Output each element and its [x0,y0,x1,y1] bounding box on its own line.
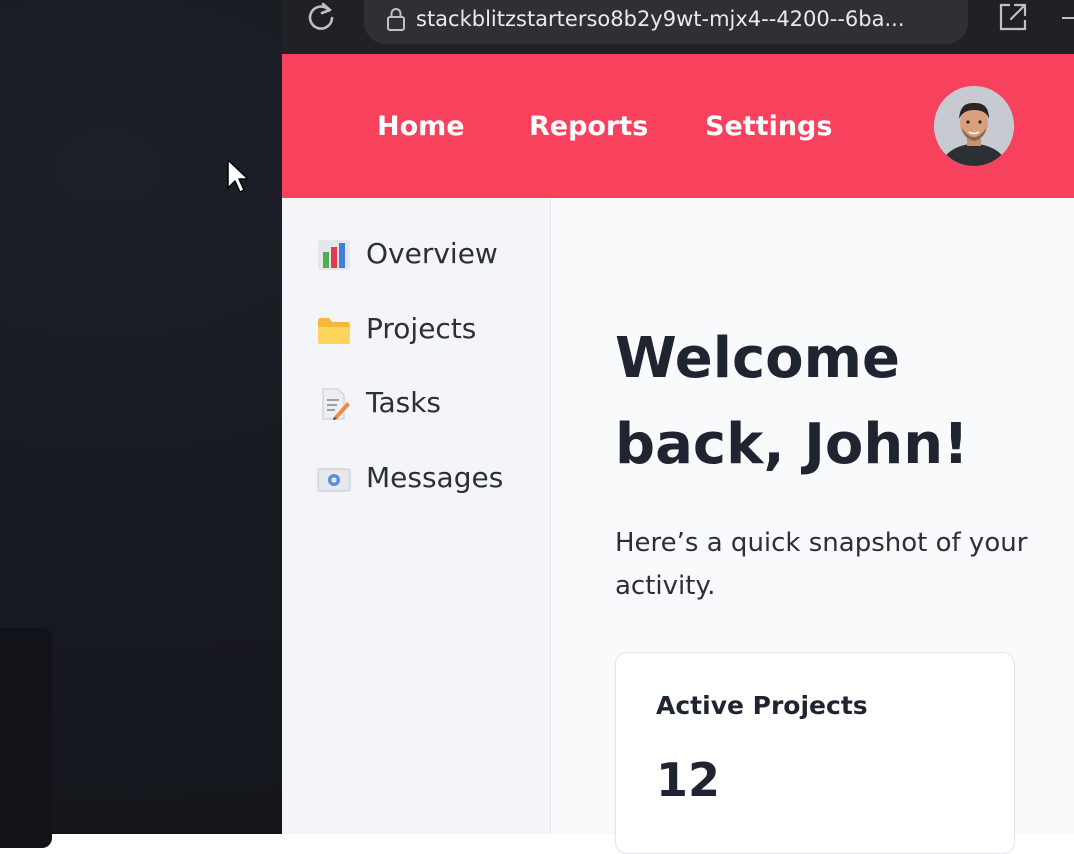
address-bar[interactable]: stackblitzstarterso8b2y9wt-mjx4--4200--6… [364,0,968,44]
user-avatar[interactable] [934,86,1014,166]
nav-reports-link[interactable]: Reports [529,109,648,145]
page-title: Welcome back, John! [615,326,969,477]
main-content: Welcome back, John! Here’s a quick snaps… [551,198,1074,854]
sidebar-item-tasks[interactable]: Tasks [316,383,546,423]
url-text[interactable]: stackblitzstarterso8b2y9wt-mjx4--4200--6… [416,5,964,33]
sidebar-item-label: Overview [366,237,498,270]
sidebar-item-overview[interactable]: Overview [316,234,546,274]
stat-card-active-projects: Active Projects 12 [615,652,1015,854]
sidebar-item-messages[interactable]: Messages [316,458,546,498]
sidebar-item-label: Projects [366,312,477,345]
nav-home-link[interactable]: Home [377,109,465,145]
top-navigation-bar: Home Reports Settings [282,54,1074,198]
page-subtitle: Here’s a quick snapshot of your activity… [615,528,1028,601]
browser-toolbar: stackblitzstarterso8b2y9wt-mjx4--4200--6… [282,0,1074,54]
stat-card-label: Active Projects [656,691,868,720]
sidebar-item-label: Messages [366,461,504,494]
folder-icon [318,318,350,344]
reload-icon[interactable] [302,0,340,36]
minimize-icon[interactable] [1062,17,1074,19]
lock-icon [387,8,405,31]
nav-settings-link[interactable]: Settings [705,109,832,145]
avatar-portrait-icon [934,86,1014,166]
mouse-cursor-icon [227,159,249,193]
sidebar: Overview Projects Tasks Messages [282,198,551,834]
open-in-new-window-icon[interactable] [996,0,1030,34]
browser-window: stackblitzstarterso8b2y9wt-mjx4--4200--6… [282,0,1074,854]
stat-card-value: 12 [656,753,721,807]
memo-icon [322,388,350,420]
desktop-panel [0,628,52,848]
envelope-icon [317,468,351,492]
bar-chart-icon [318,240,350,270]
sidebar-item-projects[interactable]: Projects [316,309,546,349]
sidebar-item-label: Tasks [366,386,442,419]
